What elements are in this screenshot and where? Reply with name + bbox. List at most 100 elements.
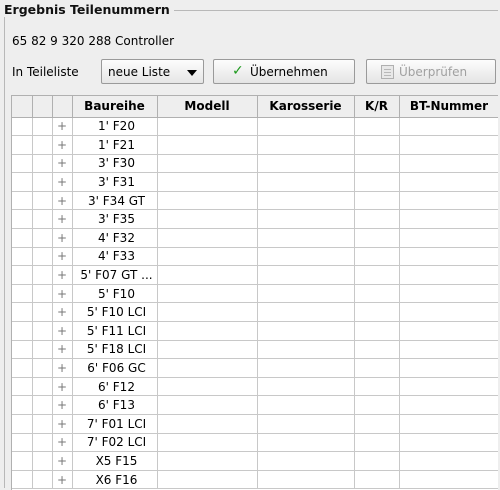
kr-cell <box>354 135 400 155</box>
table-row[interactable]: +6' F06 GC <box>12 358 498 378</box>
modell-cell <box>157 414 258 434</box>
expand-toggle[interactable]: + <box>52 284 73 304</box>
expand-toggle[interactable]: + <box>52 470 73 490</box>
modell-cell <box>157 395 258 415</box>
baureihe-cell: 4' F33 <box>72 247 158 267</box>
column-header-bt-nummer[interactable]: BT-Nummer <box>399 96 498 118</box>
table-body: +1' F20 +1' F21 +3' F30 +3' F31 +3' F34 GT +3… <box>12 117 498 490</box>
expand-toggle[interactable]: + <box>52 395 73 415</box>
table-row[interactable]: +4' F32 <box>12 228 498 248</box>
table-row[interactable]: +1' F21 <box>12 135 498 155</box>
bt-nummer-cell <box>399 395 498 415</box>
modell-cell <box>157 135 258 155</box>
table-row[interactable]: +3' F35 <box>12 209 498 230</box>
document-icon <box>381 65 394 79</box>
expand-toggle[interactable]: + <box>52 135 73 155</box>
table-row[interactable]: +1' F20 <box>12 117 498 137</box>
column-header-flag[interactable] <box>32 96 53 118</box>
kr-cell <box>354 433 400 453</box>
expand-toggle[interactable]: + <box>52 433 73 453</box>
table-row[interactable]: +5' F18 LCI <box>12 340 498 360</box>
flag-cell <box>32 340 53 360</box>
table-row[interactable]: +5' F10 <box>12 284 498 304</box>
kr-cell <box>354 321 400 341</box>
select-cell <box>12 377 33 397</box>
table-row[interactable]: +5' F07 GT ... <box>12 265 498 285</box>
bt-nummer-cell <box>399 135 498 155</box>
expand-toggle[interactable]: + <box>52 302 73 323</box>
flag-cell <box>32 414 53 434</box>
column-header-baureihe[interactable]: Baureihe <box>72 96 158 118</box>
expand-toggle[interactable]: + <box>52 377 73 397</box>
select-cell <box>12 135 33 155</box>
kr-cell <box>354 265 400 285</box>
flag-cell <box>32 470 53 490</box>
table-row[interactable]: +6' F13 <box>12 395 498 415</box>
baureihe-cell: 5' F10 <box>72 284 158 304</box>
flag-cell <box>32 451 53 471</box>
select-cell <box>12 209 33 230</box>
column-header-kr[interactable]: K/R <box>354 96 400 118</box>
table-row[interactable]: +7' F01 LCI <box>12 414 498 434</box>
flag-cell <box>32 395 53 415</box>
flag-cell <box>32 358 53 378</box>
select-cell <box>12 284 33 304</box>
expand-toggle[interactable]: + <box>52 209 73 230</box>
karosserie-cell <box>257 284 355 304</box>
expand-toggle[interactable]: + <box>52 117 73 137</box>
expand-toggle[interactable]: + <box>52 191 73 211</box>
table-row[interactable]: +3' F31 <box>12 172 498 192</box>
kr-cell <box>354 451 400 471</box>
bt-nummer-cell <box>399 117 498 137</box>
modell-cell <box>157 284 258 304</box>
expand-toggle[interactable]: + <box>52 451 73 471</box>
select-cell <box>12 247 33 267</box>
expand-toggle[interactable]: + <box>52 321 73 341</box>
expand-toggle[interactable]: + <box>52 247 73 267</box>
apply-button[interactable]: ✓ Übernehmen <box>213 59 355 84</box>
kr-cell <box>354 209 400 230</box>
expand-toggle[interactable]: + <box>52 358 73 378</box>
baureihe-cell: 5' F18 LCI <box>72 340 158 360</box>
karosserie-cell <box>257 358 355 378</box>
table-row[interactable]: +3' F30 <box>12 154 498 174</box>
modell-cell <box>157 228 258 248</box>
bt-nummer-cell <box>399 154 498 174</box>
modell-cell <box>157 470 258 490</box>
select-cell <box>12 172 33 192</box>
kr-cell <box>354 470 400 490</box>
kr-cell <box>354 340 400 360</box>
table-row[interactable]: + X5 F15 <box>12 451 498 471</box>
expand-toggle[interactable]: + <box>52 228 73 248</box>
column-header-select[interactable] <box>12 96 33 118</box>
baureihe-cell: 6' F12 <box>72 377 158 397</box>
table-row[interactable]: +5' F10 LCI <box>12 302 498 323</box>
expand-toggle[interactable]: + <box>52 154 73 174</box>
expand-toggle[interactable]: + <box>52 265 73 285</box>
bt-nummer-cell <box>399 209 498 230</box>
baureihe-cell: 5' F10 LCI <box>72 302 158 323</box>
checkmark-icon: ✓ <box>232 63 244 79</box>
baureihe-cell: 7' F01 LCI <box>72 414 158 434</box>
table-row[interactable]: +3' F34 GT <box>12 191 498 211</box>
baureihe-cell: 6' F13 <box>72 395 158 415</box>
expand-toggle[interactable]: + <box>52 340 73 360</box>
expand-toggle[interactable]: + <box>52 172 73 192</box>
check-button[interactable]: Überprüfen <box>366 59 496 84</box>
column-header-modell[interactable]: Modell <box>157 96 258 118</box>
column-header-expand[interactable] <box>52 96 73 118</box>
table-row[interactable]: +4' F33 <box>12 247 498 267</box>
expand-toggle[interactable]: + <box>52 414 73 434</box>
table-row[interactable]: +7' F02 LCI <box>12 433 498 453</box>
part-number-label: 65 82 9 320 288 Controller <box>12 34 175 48</box>
baureihe-cell: 7' F02 LCI <box>72 433 158 453</box>
apply-button-label: Übernehmen <box>250 65 328 79</box>
flag-cell <box>32 172 53 192</box>
karosserie-cell <box>257 470 355 490</box>
list-select[interactable]: neue Liste <box>101 59 204 84</box>
table-row[interactable]: +6' F12 <box>12 377 498 397</box>
column-header-karosserie[interactable]: Karosserie <box>257 96 355 118</box>
karosserie-cell <box>257 228 355 248</box>
table-row[interactable]: +5' F11 LCI <box>12 321 498 341</box>
table-row[interactable]: + X6 F16 <box>12 470 498 490</box>
